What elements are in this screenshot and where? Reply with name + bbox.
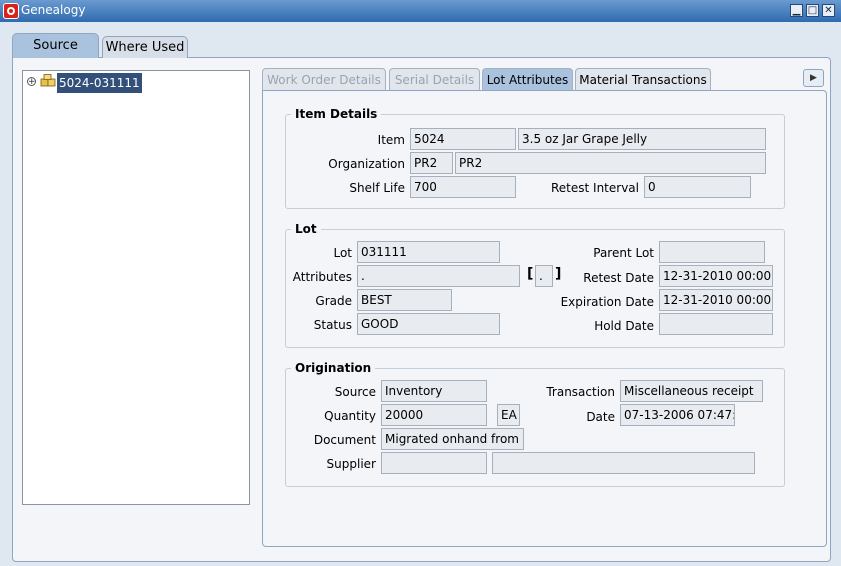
- expiration-date-label: Expiration Date: [560, 295, 654, 309]
- window-title: Genealogy: [21, 3, 86, 17]
- document-field[interactable]: Migrated onhand from O: [381, 428, 524, 450]
- status-field[interactable]: GOOD: [357, 313, 500, 335]
- transaction-label: Transaction: [546, 385, 615, 399]
- parent-lot-label: Parent Lot: [593, 246, 654, 260]
- oracle-app-icon: [3, 3, 19, 19]
- retest-interval-label: Retest Interval: [551, 181, 639, 195]
- lot-title: Lot: [291, 222, 321, 236]
- status-label: Status: [313, 318, 352, 332]
- attributes-label: Attributes: [292, 270, 352, 284]
- item-details-title: Item Details: [291, 107, 382, 121]
- tree-node-lot[interactable]: 5024-031111: [57, 73, 142, 93]
- attributes-bracket-open: [: [527, 266, 534, 282]
- maximize-button[interactable]: □: [806, 4, 819, 17]
- transaction-field[interactable]: Miscellaneous receipt: [620, 380, 763, 402]
- item-description-field[interactable]: 3.5 oz Jar Grape Jelly: [518, 128, 766, 150]
- tab-work-order-details[interactable]: Work Order Details: [262, 68, 386, 90]
- retest-date-label: Retest Date: [583, 271, 654, 285]
- lot-cubes-icon: [40, 74, 56, 87]
- hold-date-label: Hold Date: [594, 319, 654, 333]
- shelf-life-label: Shelf Life: [349, 181, 405, 195]
- genealogy-tree[interactable]: [22, 70, 250, 505]
- uom-field[interactable]: EA: [497, 404, 520, 426]
- tab-lot-attributes[interactable]: Lot Attributes: [482, 68, 573, 90]
- date-field[interactable]: 07-13-2006 07:47:5: [620, 404, 735, 426]
- item-field[interactable]: 5024: [410, 128, 516, 150]
- origination-title: Origination: [291, 361, 376, 375]
- lot-field[interactable]: 031111: [357, 241, 500, 263]
- supplier-label: Supplier: [326, 457, 376, 471]
- tab-material-transactions[interactable]: Material Transactions: [575, 68, 711, 90]
- tab-where-used[interactable]: Where Used: [102, 36, 188, 58]
- minimize-button[interactable]: ▁: [790, 4, 803, 17]
- tree-expand-icon[interactable]: +: [27, 77, 36, 87]
- tab-scroll-right-button[interactable]: ▶: [803, 69, 824, 87]
- document-label: Document: [313, 433, 376, 447]
- supplier-site-field[interactable]: [492, 452, 755, 474]
- retest-date-field[interactable]: 12-31-2010 00:00:0: [659, 265, 773, 287]
- source-label: Source: [334, 385, 376, 399]
- organization-label: Organization: [328, 157, 405, 171]
- source-field[interactable]: Inventory: [381, 380, 487, 402]
- tab-serial-details[interactable]: Serial Details: [389, 68, 480, 90]
- retest-interval-field[interactable]: 0: [644, 176, 751, 198]
- close-button[interactable]: ✕: [822, 4, 835, 17]
- quantity-label: Quantity: [324, 409, 376, 423]
- organization-name-field[interactable]: PR2: [455, 152, 766, 174]
- expiration-date-field[interactable]: 12-31-2010 00:00:0: [659, 289, 773, 311]
- grade-field[interactable]: BEST: [357, 289, 452, 311]
- hold-date-field[interactable]: [659, 313, 773, 335]
- parent-lot-field[interactable]: [659, 241, 765, 263]
- tab-source[interactable]: Source: [12, 33, 99, 58]
- item-label: Item: [377, 133, 405, 147]
- grade-label: Grade: [315, 294, 352, 308]
- organization-code-field[interactable]: PR2: [410, 152, 453, 174]
- shelf-life-field[interactable]: 700: [410, 176, 516, 198]
- date-label: Date: [586, 410, 615, 424]
- attributes-field[interactable]: .: [357, 265, 520, 287]
- quantity-field[interactable]: 20000: [381, 404, 487, 426]
- supplier-field[interactable]: [381, 452, 487, 474]
- lot-label: Lot: [333, 246, 352, 260]
- window-title-bar: [0, 0, 841, 22]
